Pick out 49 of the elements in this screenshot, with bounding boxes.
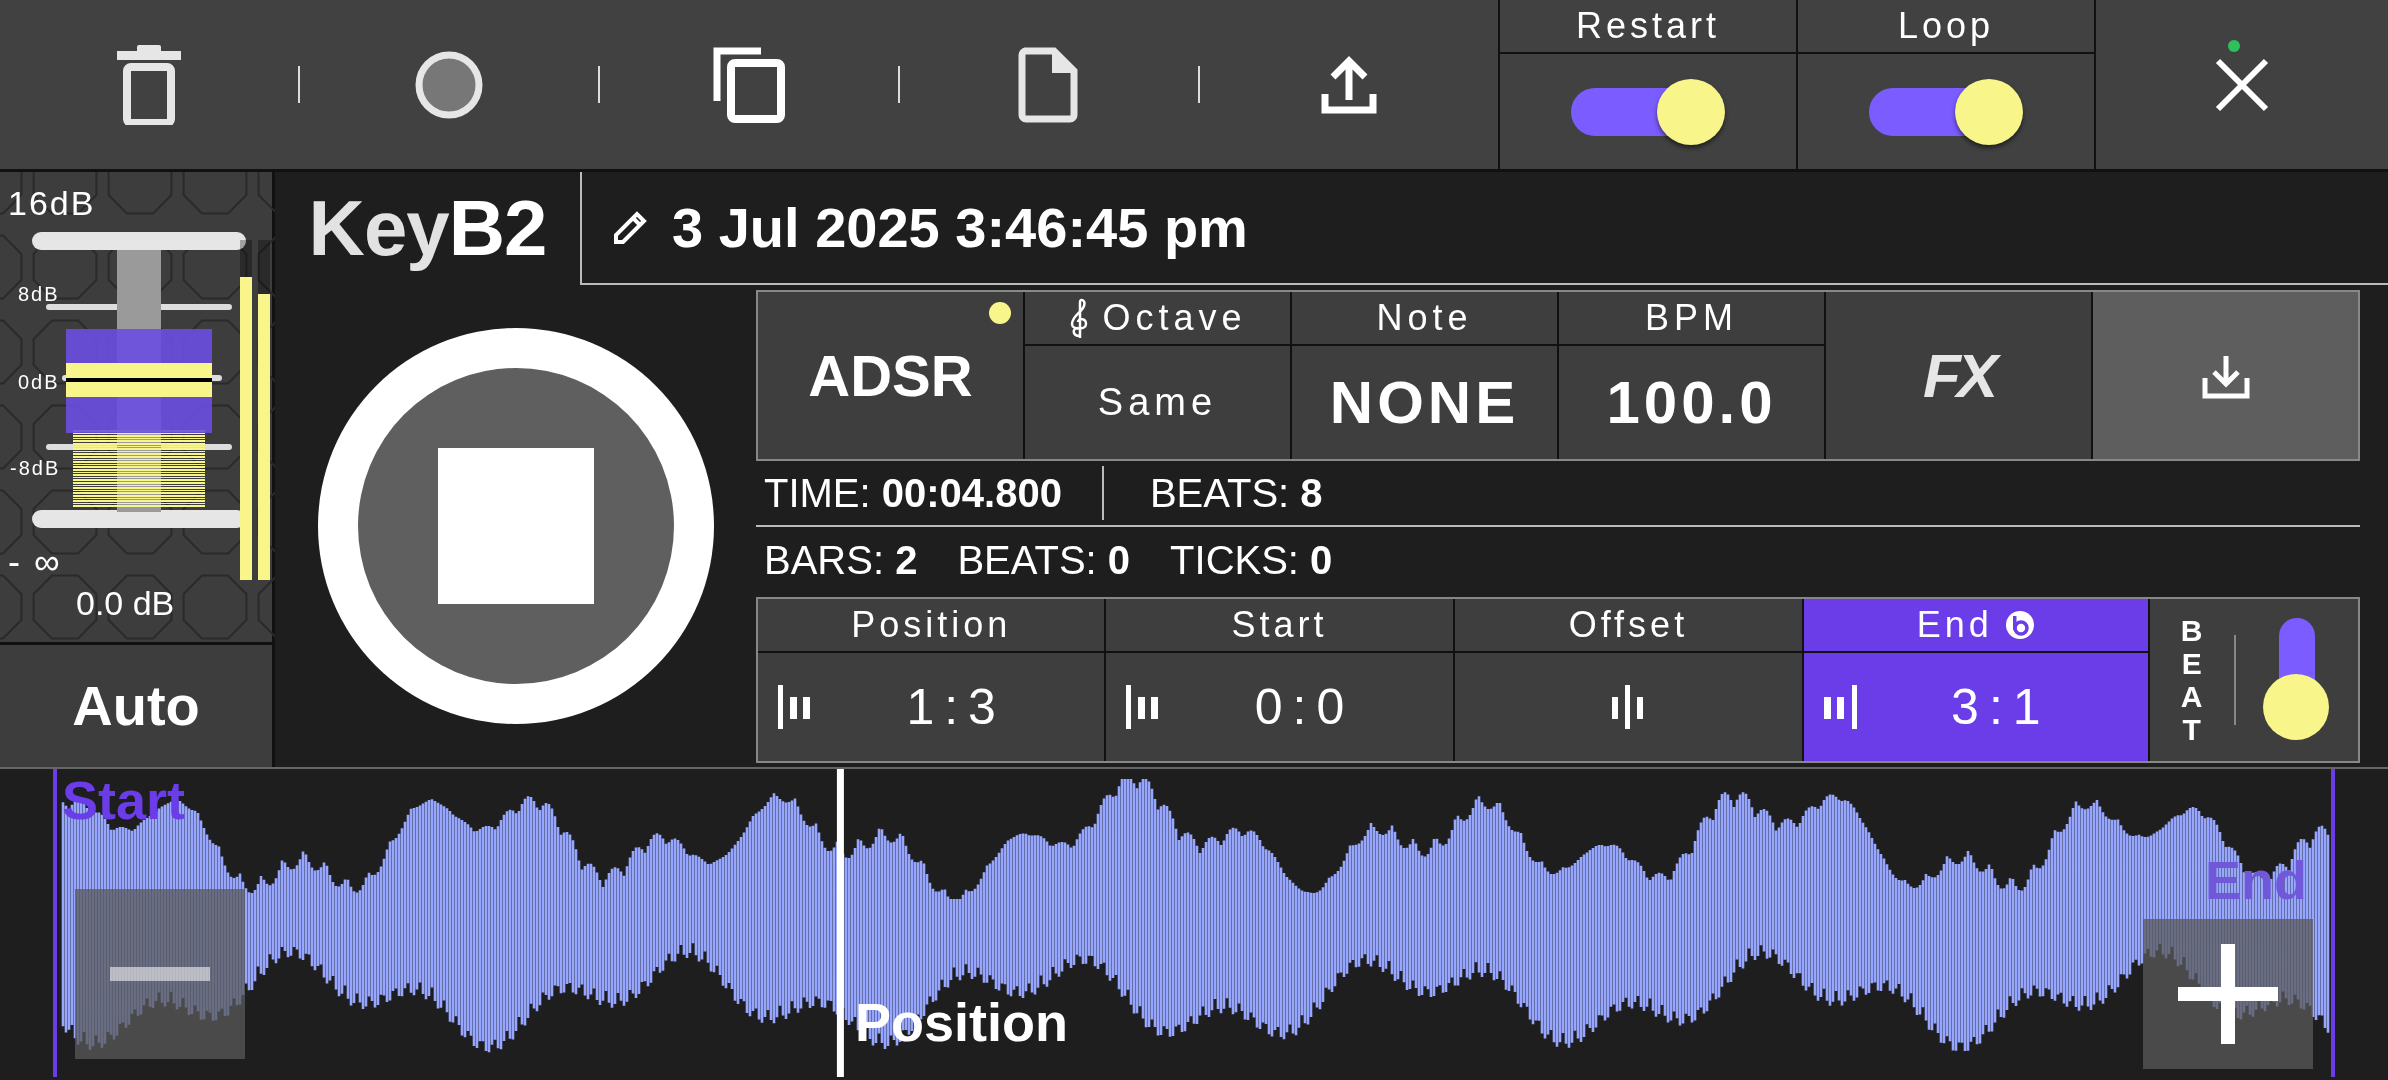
marker-value[interactable]: 1:3 bbox=[758, 653, 1105, 761]
upload-icon bbox=[1321, 55, 1377, 114]
close-icon bbox=[2214, 56, 2270, 113]
scale-label: -8dB bbox=[10, 458, 61, 478]
beat-label: BEAT bbox=[2179, 614, 2204, 746]
track-title: KeyB2 bbox=[307, 182, 548, 274]
toggle-label: Loop bbox=[1798, 0, 2094, 54]
stat-text: BEATS: 8 bbox=[1149, 470, 1323, 517]
stat-text: TIME: 00:04.800 bbox=[764, 470, 1062, 517]
stat-text: BEATS: 0 bbox=[957, 537, 1131, 584]
plus-icon bbox=[2178, 944, 2278, 1044]
marker-tab[interactable]: End bbox=[1804, 599, 2148, 651]
copy-icon bbox=[713, 46, 785, 123]
scale-label: 0dB bbox=[18, 372, 60, 392]
field-label: Octave bbox=[1102, 296, 1247, 340]
close-button[interactable] bbox=[2214, 56, 2270, 113]
marker-value[interactable]: 3:1 bbox=[1804, 653, 2148, 761]
zoom-in-button[interactable] bbox=[2143, 919, 2313, 1069]
fx-button[interactable]: FX bbox=[1826, 292, 2091, 459]
fader-thumb[interactable] bbox=[66, 329, 212, 433]
marker-tab[interactable]: Position bbox=[758, 599, 1105, 651]
marker-value[interactable] bbox=[1454, 653, 1803, 761]
field-label: Note bbox=[1376, 296, 1473, 340]
marker-value[interactable]: 0:0 bbox=[1106, 653, 1453, 761]
start-label: Start bbox=[62, 773, 186, 827]
marker-icon bbox=[1612, 685, 1645, 729]
field-label: BPM bbox=[1645, 296, 1738, 340]
trash-icon bbox=[117, 44, 181, 125]
gain-reading: 0.0 dB bbox=[76, 586, 175, 620]
minus-icon bbox=[110, 967, 210, 981]
scale-label: - ∞ bbox=[8, 544, 62, 580]
record-icon bbox=[415, 50, 483, 119]
mode-button[interactable]: Auto bbox=[0, 642, 272, 767]
marker-tab[interactable]: Offset bbox=[1454, 599, 1803, 651]
scale-label: 16dB bbox=[8, 186, 96, 220]
field-value[interactable]: NONE bbox=[1292, 346, 1557, 459]
marker-tab[interactable]: Start bbox=[1106, 599, 1453, 651]
toggle-switch[interactable] bbox=[2262, 618, 2331, 742]
stat-text: TICKS: 0 bbox=[1170, 537, 1333, 584]
stop-button[interactable] bbox=[317, 328, 714, 724]
adsr-button[interactable]: ADSR bbox=[758, 292, 1023, 459]
stat-text: BARS: 2 bbox=[764, 537, 918, 584]
zoom-out-button[interactable] bbox=[75, 889, 245, 1059]
toggle-label: Restart bbox=[1500, 0, 1796, 54]
date-title: 3 Jul 2025 3:46:45 pm bbox=[672, 194, 1248, 261]
field-value[interactable]: Same bbox=[1025, 346, 1290, 459]
scale-label: 8dB bbox=[18, 284, 60, 304]
field-value[interactable]: 100.0 bbox=[1559, 346, 1824, 459]
file-icon bbox=[1018, 46, 1080, 123]
